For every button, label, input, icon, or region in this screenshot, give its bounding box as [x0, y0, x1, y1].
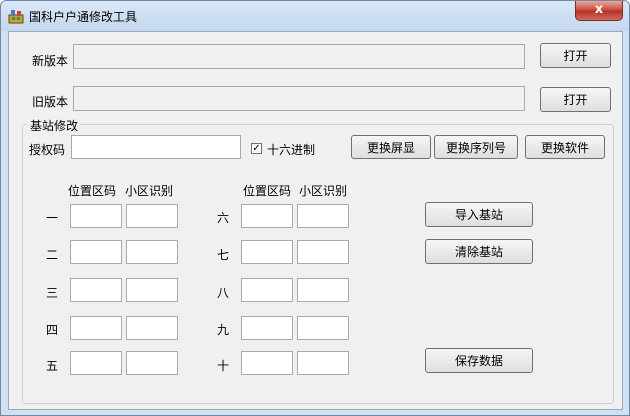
main-window: 国科户户通修改工具 x 新版本 打开 旧版本 打开 基站修改 授权码 ✓ 十六进… [0, 0, 630, 416]
row-label-10: 十 [217, 359, 230, 373]
check-icon: ✓ [252, 143, 261, 154]
change-serial-button[interactable]: 更换序列号 [434, 135, 518, 159]
right-cell-id-header: 小区识别 [299, 184, 348, 198]
row-label-9: 九 [217, 323, 230, 337]
row-label-7: 七 [217, 248, 230, 262]
position-code-input-8[interactable] [241, 278, 293, 302]
old-version-open-button[interactable]: 打开 [540, 87, 611, 112]
cell-id-input-1[interactable] [126, 204, 178, 228]
row-label-5: 五 [46, 359, 59, 373]
client-area: 新版本 打开 旧版本 打开 基站修改 授权码 ✓ 十六进制 更换屏显 更换序列号… [8, 31, 623, 410]
position-code-input-5[interactable] [70, 351, 122, 375]
auth-code-label: 授权码 [29, 143, 66, 157]
new-version-label: 新版本 [32, 54, 69, 68]
import-base-station-button[interactable]: 导入基站 [425, 202, 533, 227]
left-position-code-header: 位置区码 [68, 184, 117, 198]
row-label-4: 四 [46, 323, 59, 337]
clear-base-station-button[interactable]: 清除基站 [425, 239, 533, 264]
old-version-label: 旧版本 [32, 95, 69, 109]
close-button[interactable]: x [575, 1, 623, 21]
cell-id-input-6[interactable] [297, 204, 349, 228]
cell-id-input-3[interactable] [126, 278, 178, 302]
auth-code-input[interactable] [71, 135, 241, 159]
position-code-input-6[interactable] [241, 204, 293, 228]
cell-id-input-7[interactable] [297, 240, 349, 264]
new-version-path-field[interactable] [73, 44, 525, 69]
hex-label: 十六进制 [267, 143, 316, 157]
change-display-button[interactable]: 更换屏显 [351, 135, 431, 159]
position-code-input-2[interactable] [70, 240, 122, 264]
position-code-input-1[interactable] [70, 204, 122, 228]
position-code-input-10[interactable] [241, 351, 293, 375]
left-cell-id-header: 小区识别 [125, 184, 174, 198]
cell-id-input-5[interactable] [126, 351, 178, 375]
base-station-group-title: 基站修改 [28, 117, 81, 134]
row-label-3: 三 [46, 286, 59, 300]
row-label-6: 六 [217, 211, 230, 225]
cell-id-input-9[interactable] [297, 316, 349, 340]
position-code-input-3[interactable] [70, 278, 122, 302]
cell-id-input-8[interactable] [297, 278, 349, 302]
position-code-input-9[interactable] [241, 316, 293, 340]
row-label-8: 八 [217, 286, 230, 300]
right-position-code-header: 位置区码 [243, 184, 292, 198]
change-software-button[interactable]: 更换软件 [525, 135, 605, 159]
cell-id-input-10[interactable] [297, 351, 349, 375]
new-version-open-button[interactable]: 打开 [540, 43, 611, 68]
cell-id-input-4[interactable] [126, 316, 178, 340]
hex-checkbox[interactable]: ✓ [251, 143, 262, 154]
row-label-2: 二 [46, 248, 59, 262]
close-icon: x [594, 2, 604, 17]
window-title: 国科户户通修改工具 [29, 10, 138, 24]
old-version-path-field[interactable] [73, 86, 525, 111]
row-label-1: 一 [46, 211, 59, 225]
position-code-input-7[interactable] [241, 240, 293, 264]
position-code-input-4[interactable] [70, 316, 122, 340]
app-icon [8, 10, 24, 24]
cell-id-input-2[interactable] [126, 240, 178, 264]
save-data-button[interactable]: 保存数据 [425, 348, 533, 373]
title-bar[interactable]: 国科户户通修改工具 x [1, 1, 629, 31]
